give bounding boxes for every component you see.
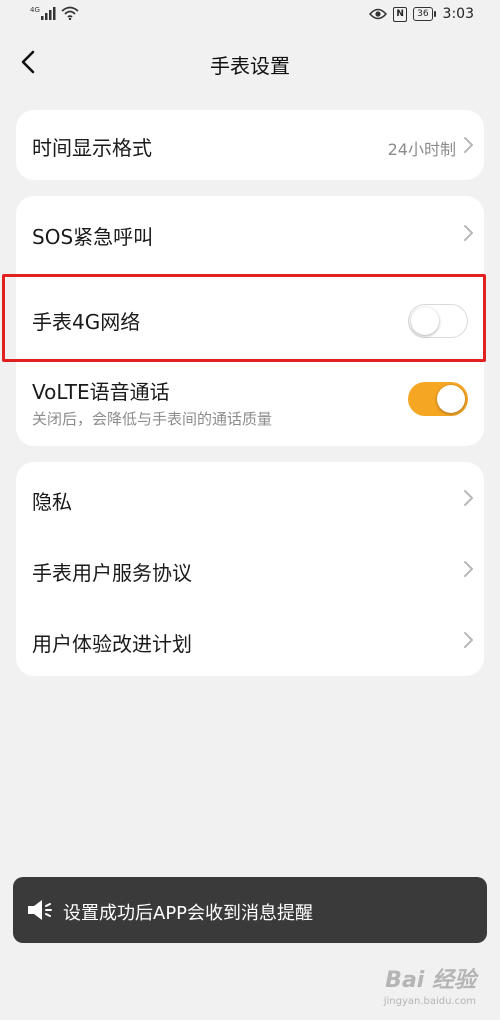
signal-icon [40,7,56,20]
status-left: 4G [30,6,79,20]
nfc-icon: N [393,6,408,22]
status-right: N 36 3:03 [363,6,474,22]
ux-program-row[interactable]: 用户体验改进计划 [16,604,484,676]
battery-indicator: 36 [413,7,437,21]
chevron-right-icon [464,225,473,241]
chevron-right-icon [464,137,473,153]
privacy-label: 隐私 [32,490,72,514]
time-format-card: 时间显示格式 24小时制 [16,110,484,180]
time-format-row[interactable]: 时间显示格式 24小时制 [16,110,484,180]
status-time: 3:03 [442,6,474,22]
speaker-icon [28,900,52,920]
agreement-row[interactable]: 手表用户服务协议 [16,534,484,604]
eye-icon [369,8,388,20]
about-card: 隐私 手表用户服务协议 用户体验改进计划 [16,462,484,676]
wifi-icon [61,6,79,20]
toast-message: 设置成功后APP会收到消息提醒 [13,877,487,943]
chevron-right-icon [464,561,473,577]
ux-program-label: 用户体验改进计划 [32,632,192,656]
watermark-logo: Bai 经验 [385,968,476,993]
watermark: Bai 经验 jingyan.baidu.com [384,962,476,1007]
nav-bar: 手表设置 [0,40,500,86]
volte-label: VoLTE语音通话 [32,380,170,404]
sos-label: SOS紧急呼叫 [32,225,154,249]
toggle-knob [437,385,465,413]
chevron-right-icon [464,490,473,506]
volte-description: 关闭后，会降低与手表间的通话质量 [32,410,273,428]
volte-row: VoLTE语音通话 关闭后，会降低与手表间的通话质量 [16,366,484,446]
volte-toggle[interactable] [408,382,468,416]
chevron-right-icon [464,632,473,648]
highlight-box [2,274,486,362]
agreement-label: 手表用户服务协议 [32,561,192,585]
watermark-url: jingyan.baidu.com [383,996,476,1007]
page-title: 手表设置 [210,54,290,78]
time-format-label: 时间显示格式 [32,136,152,160]
privacy-row[interactable]: 隐私 [16,462,484,534]
sos-row[interactable]: SOS紧急呼叫 [16,196,484,270]
time-format-value: 24小时制 [387,140,456,159]
network-type: 4G [30,6,40,14]
toast-text: 设置成功后APP会收到消息提醒 [63,903,314,924]
status-bar: 4G N 36 3:03 [0,0,500,32]
